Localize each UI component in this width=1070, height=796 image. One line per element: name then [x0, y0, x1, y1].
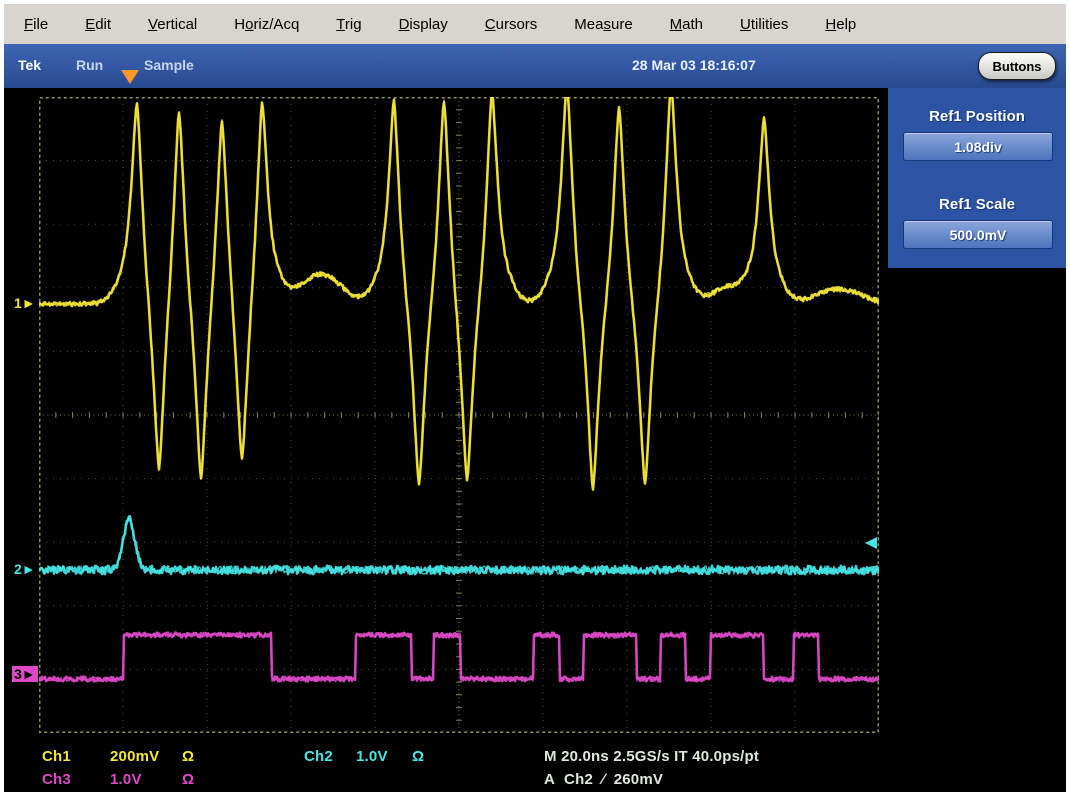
ch2-trace [39, 516, 879, 574]
ch3-reference-marker[interactable]: 3► [12, 666, 38, 682]
buttons-button[interactable]: Buttons [978, 52, 1056, 80]
ref1-position-value[interactable]: 1.08div [903, 132, 1053, 161]
horizontal-readout: M 20.0ns 2.5GS/s IT 40.0ps/pt [544, 748, 759, 765]
menu-item-vertical[interactable]: Vertical [148, 16, 197, 33]
trigger-level: 260mV [614, 771, 663, 788]
ref1-scale-label: Ref1 Scale [888, 196, 1066, 213]
brand-label: Tek [18, 57, 41, 73]
menu-item-edit[interactable]: Edit [85, 16, 111, 33]
ch1-reference-marker[interactable]: 1► [14, 296, 36, 310]
menu-item-file[interactable]: File [24, 16, 48, 33]
ch1-readout-label[interactable]: Ch1 [42, 748, 71, 765]
ref1-position-label: Ref1 Position [888, 108, 1066, 125]
menu-item-measure[interactable]: Measure [574, 16, 632, 33]
right-arrow-icon: ► [22, 295, 36, 311]
ch2-reference-marker[interactable]: 2► [14, 562, 36, 576]
right-arrow-icon: ► [22, 561, 36, 577]
menu-item-utilities[interactable]: Utilities [740, 16, 788, 33]
ch2-coupling-readout: Ω [412, 748, 424, 765]
ch3-readout-label[interactable]: Ch3 [42, 771, 71, 788]
menu-item-horiz-acq[interactable]: Horiz/Acq [234, 16, 299, 33]
menu-item-trig[interactable]: Trig [336, 16, 361, 33]
graticule [39, 97, 879, 733]
menu-item-math[interactable]: Math [670, 16, 703, 33]
side-panel: Ref1 Position 1.08div Ref1 Scale 500.0mV [888, 88, 1066, 268]
menu-item-display[interactable]: Display [399, 16, 448, 33]
rising-edge-icon: ∕ [602, 771, 605, 788]
ch2-readout-label[interactable]: Ch2 [304, 748, 333, 765]
menu-item-help[interactable]: Help [825, 16, 856, 33]
ch3-coupling-readout: Ω [182, 771, 194, 788]
ch1-coupling-readout: Ω [182, 748, 194, 765]
trigger-position-marker-icon[interactable] [121, 70, 139, 84]
acquisition-state: Run [76, 57, 103, 73]
ch2-scale-readout: 1.0V [356, 748, 388, 765]
trigger-readout: A Ch2 ∕ 260mV [544, 771, 672, 788]
menu-item-cursors[interactable]: Cursors [485, 16, 538, 33]
trigger-mode: A [544, 771, 555, 788]
acquisition-mode: Sample [144, 57, 194, 73]
trigger-source: Ch2 [564, 771, 593, 788]
status-bar: Tek Run Sample 28 Mar 03 18:16:07 Button… [4, 44, 1066, 88]
right-arrow-icon: ► [22, 666, 36, 682]
ref1-scale-value[interactable]: 500.0mV [903, 220, 1053, 249]
ch1-scale-readout: 200mV [110, 748, 159, 765]
menu-bar: File Edit Vertical Horiz/Acq Trig Displa… [4, 4, 1066, 44]
ch1-trace [39, 97, 879, 487]
ch3-scale-readout: 1.0V [110, 771, 142, 788]
oscilloscope-screen: File Edit Vertical Horiz/Acq Trig Displa… [0, 0, 1070, 796]
datetime-readout: 28 Mar 03 18:16:07 [632, 57, 756, 73]
trigger-level-marker-icon[interactable] [865, 537, 877, 549]
